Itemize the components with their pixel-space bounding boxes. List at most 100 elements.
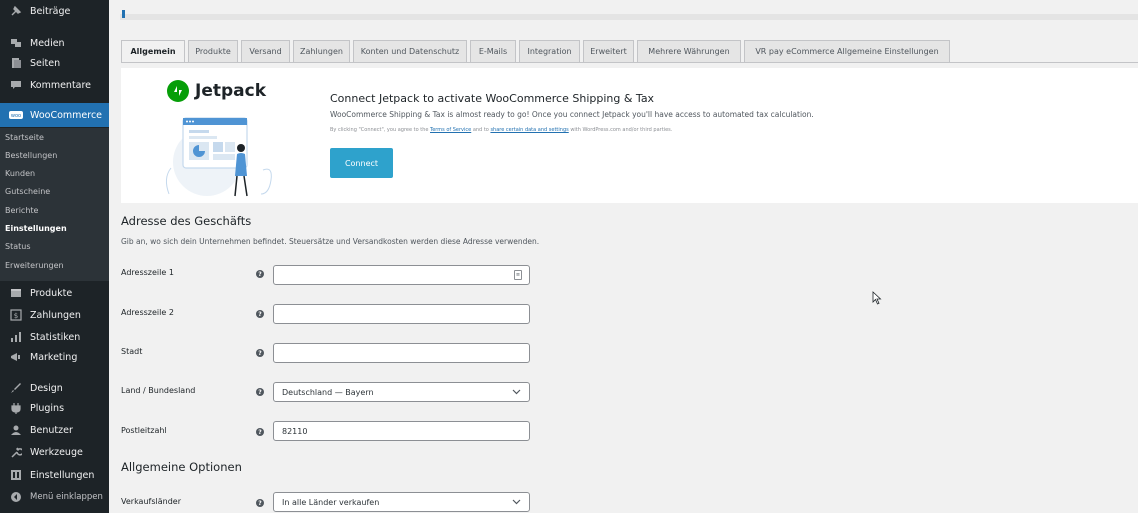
collapse-icon (9, 490, 23, 504)
tab-zahlungen[interactable]: Zahlungen (293, 40, 350, 63)
help-icon[interactable]: ? (256, 499, 264, 507)
submenu-item-startseite[interactable]: Startseite (5, 131, 44, 145)
share-data-link[interactable]: share certain data and settings (490, 127, 568, 133)
sidebar-item-label: Werkzeuge (30, 446, 83, 458)
general-options-heading: Allgemeine Optionen (121, 460, 242, 474)
megaphone-icon (9, 350, 23, 364)
city-input[interactable] (273, 343, 530, 363)
address-line2-input[interactable] (273, 304, 530, 324)
tab-vr-pay[interactable]: VR pay eCommerce Allgemeine Einstellunge… (744, 40, 950, 63)
tab-allgemein[interactable]: Allgemein (121, 40, 185, 63)
sidebar-item-label: Plugins (30, 402, 65, 414)
country-state-label: Land / Bundesland (121, 386, 196, 395)
sidebar-item-label: Kommentare (30, 79, 92, 91)
jetpack-legal-text: By clicking "Connect", you agree to the … (330, 127, 672, 133)
tab-erweitert[interactable]: Erweitert (583, 40, 634, 63)
sidebar-item-seiten[interactable]: Seiten (0, 52, 109, 74)
jetpack-logo-text: Jetpack (195, 81, 267, 101)
svg-text:woo: woo (11, 113, 21, 119)
sidebar-item-design[interactable]: Design (0, 377, 109, 399)
sidebar-item-plugins[interactable]: Plugins (0, 397, 109, 419)
help-icon[interactable]: ? (256, 310, 264, 318)
jetpack-illustration (165, 117, 272, 197)
terms-of-service-link[interactable]: Terms of Service (430, 127, 471, 133)
help-icon[interactable]: ? (256, 388, 264, 396)
jetpack-banner: Jetpack Connect Jetpack to activate WooC… (121, 68, 1138, 203)
comment-icon (9, 78, 23, 92)
notice-marker (122, 10, 125, 18)
woo-icon: woo (9, 108, 23, 122)
sidebar-item-einstellungen[interactable]: Einstellungen (0, 464, 109, 486)
plug-icon (9, 401, 23, 415)
country-state-value: Deutschland — Bayern (282, 387, 374, 397)
box-icon (9, 286, 23, 300)
sidebar-item-statistiken[interactable]: Statistiken (0, 326, 109, 348)
postcode-label: Postleitzahl (121, 426, 167, 435)
submenu-item-einstellungen[interactable]: Einstellungen (5, 222, 67, 236)
sidebar-item-label: Zahlungen (30, 309, 81, 321)
sidebar-item-label: Beiträge (30, 5, 71, 17)
help-icon[interactable]: ? (256, 349, 264, 357)
submenu-item-erweiterungen[interactable]: Erweiterungen (5, 259, 64, 273)
tabs-divider (121, 62, 1138, 63)
sidebar-item-label: Benutzer (30, 424, 73, 436)
submenu-item-berichte[interactable]: Berichte (5, 204, 38, 218)
legal-suffix: with WordPress.com and/or third parties. (568, 127, 673, 133)
sidebar-item-marketing[interactable]: Marketing (0, 346, 109, 368)
postcode-input[interactable]: 82110 (273, 421, 530, 441)
sidebar-item-woocommerce[interactable]: woo WooCommerce (0, 103, 109, 127)
address-line2-label: Adresszeile 2 (121, 308, 174, 317)
sidebar-item-produkte[interactable]: Produkte (0, 282, 109, 304)
notice-bar (120, 14, 1138, 20)
submenu-item-gutscheine[interactable]: Gutscheine (5, 185, 50, 199)
chevron-down-icon (512, 498, 521, 507)
autofill-icon[interactable]: ≡ (514, 270, 522, 280)
sidebar-item-label: Design (30, 382, 63, 394)
postcode-value: 82110 (282, 426, 308, 436)
sidebar-item-label: Marketing (30, 351, 78, 363)
chevron-down-icon (512, 388, 521, 397)
pin-icon (9, 4, 23, 18)
admin-sidebar: Beiträge Medien Seiten Kommentare woo Wo… (0, 0, 109, 513)
submenu-item-kunden[interactable]: Kunden (5, 167, 35, 181)
tab-emails[interactable]: E-Mails (470, 40, 516, 63)
legal-prefix: By clicking "Connect", you agree to the (330, 127, 431, 133)
tab-versand[interactable]: Versand (241, 40, 290, 63)
jetpack-title: Connect Jetpack to activate WooCommerce … (330, 92, 655, 105)
submenu-item-status[interactable]: Status (5, 240, 31, 254)
tab-konten-datenschutz[interactable]: Konten und Datenschutz (353, 40, 467, 63)
selling-countries-label: Verkaufsländer (121, 497, 181, 506)
wrench-icon (9, 445, 23, 459)
jetpack-bolt-icon (167, 80, 189, 102)
sidebar-item-label: Produkte (30, 287, 73, 299)
help-icon[interactable]: ? (256, 270, 264, 278)
sidebar-item-kommentare[interactable]: Kommentare (0, 74, 109, 96)
sidebar-item-collapse[interactable]: Menü einklappen (0, 486, 109, 508)
media-icon (9, 36, 23, 50)
sidebar-item-benutzer[interactable]: Benutzer (0, 419, 109, 441)
selling-countries-select[interactable]: In alle Länder verkaufen (273, 492, 530, 512)
sidebar-item-zahlungen[interactable]: $ Zahlungen (0, 304, 109, 326)
address-line1-input[interactable]: ≡ (273, 265, 530, 285)
sidebar-item-label: Medien (30, 37, 65, 49)
sidebar-item-label: Einstellungen (30, 469, 95, 481)
submenu-item-bestellungen[interactable]: Bestellungen (5, 149, 57, 163)
tab-integration[interactable]: Integration (519, 40, 580, 63)
bar-chart-icon (9, 330, 23, 344)
sidebar-item-label: Seiten (30, 57, 61, 69)
tab-produkte[interactable]: Produkte (188, 40, 238, 63)
country-state-select[interactable]: Deutschland — Bayern (273, 382, 530, 402)
connect-button[interactable]: Connect (330, 148, 393, 178)
sidebar-item-label: Statistiken (30, 331, 81, 343)
tab-mehrere-waehrungen[interactable]: Mehrere Währungen (637, 40, 741, 63)
store-address-description: Gib an, wo sich dein Unternehmen befinde… (121, 237, 540, 246)
address-line1-label: Adresszeile 1 (121, 268, 174, 277)
settings-icon (9, 468, 23, 482)
sidebar-item-beitraege[interactable]: Beiträge (0, 0, 109, 22)
sidebar-item-werkzeuge[interactable]: Werkzeuge (0, 441, 109, 463)
payment-icon: $ (9, 308, 23, 322)
mouse-cursor-icon (872, 291, 882, 305)
sidebar-item-medien[interactable]: Medien (0, 32, 109, 54)
woocommerce-submenu: Startseite Bestellungen Kunden Gutschein… (0, 128, 109, 281)
help-icon[interactable]: ? (256, 428, 264, 436)
